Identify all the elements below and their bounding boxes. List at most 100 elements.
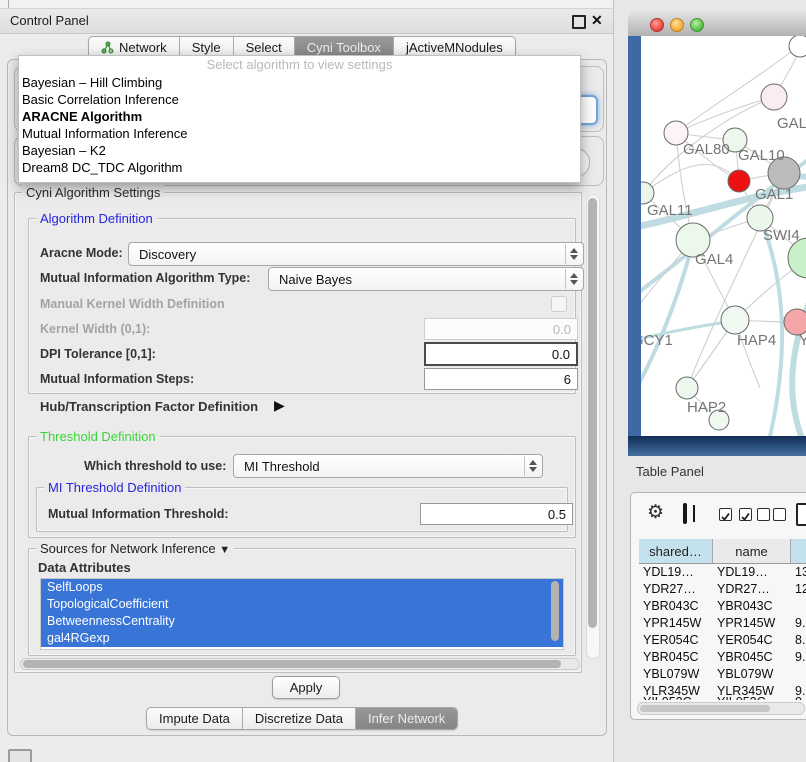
network-graph: GAL GAL80 GAL10 GAL1 GAL11 SWI4 GAL4 GCY… <box>641 36 806 436</box>
which-threshold-label: Which threshold to use: <box>84 459 226 473</box>
cell: YDR27… <box>643 581 711 598</box>
network-canvas[interactable]: GAL GAL80 GAL10 GAL1 GAL11 SWI4 GAL4 GCY… <box>641 36 806 436</box>
aracne-mode-select[interactable]: Discovery <box>128 242 584 266</box>
network-window-titlebar[interactable] <box>628 10 806 37</box>
aracne-mode-label: Aracne Mode: <box>40 246 123 260</box>
mi-algorithm-type-select[interactable]: Naive Bayes <box>268 267 584 291</box>
screenshot-root: Control Panel ✕ Network Style Select <box>0 0 806 762</box>
node-label: GAL1 <box>755 186 793 203</box>
stepper-icon <box>524 456 541 476</box>
mi-threshold-field[interactable]: 0.5 <box>420 503 573 525</box>
list-item[interactable]: SelfLoops <box>41 579 563 596</box>
cell: YDL19… <box>717 564 789 581</box>
list-item[interactable]: BetweennessCentrality <box>41 613 563 630</box>
table-panel-box: ⚙ shared… name YDL19…YDL19…13 YDR27…YDR2… <box>630 492 806 720</box>
list-item[interactable]: TopologicalCoefficient <box>41 596 563 613</box>
close-icon[interactable]: ✕ <box>591 12 603 29</box>
tab-infer-network[interactable]: Infer Network <box>356 708 457 729</box>
node-green-large[interactable] <box>788 238 806 278</box>
cell: YDL19… <box>643 564 711 581</box>
stepper-icon <box>565 269 582 289</box>
dropdown-item[interactable]: Bayesian – K2 <box>19 142 580 159</box>
cell <box>795 666 806 683</box>
cell: 8. <box>795 632 806 649</box>
cell: YER054C <box>643 632 711 649</box>
minimized-panel-icon[interactable] <box>8 749 32 762</box>
cell: YBR045C <box>717 649 789 666</box>
select-all-checkboxes-icon[interactable] <box>719 508 752 527</box>
dropdown-placeholder: Select algorithm to view settings <box>19 56 580 74</box>
node-gal1-selected[interactable] <box>728 170 750 192</box>
dropdown-item[interactable]: Mutual Information Inference <box>19 125 580 142</box>
scrollbar-thumb[interactable] <box>588 198 597 628</box>
tab-label: Network <box>119 40 167 55</box>
column-header-shared-name[interactable]: shared… <box>639 539 713 564</box>
scrollbar-thumb[interactable] <box>640 705 770 712</box>
tab-discretize-data[interactable]: Discretize Data <box>243 708 356 729</box>
expand-arrow-icon[interactable]: ▶ <box>274 397 285 414</box>
cyni-bottom-tabbar: Impute Data Discretize Data Infer Networ… <box>146 707 458 730</box>
tab-impute-data[interactable]: Impute Data <box>147 708 243 729</box>
zoom-traffic-light-icon[interactable] <box>690 18 704 32</box>
node[interactable] <box>789 36 806 57</box>
kernel-width-field[interactable]: 0.0 <box>424 318 578 340</box>
float-window-icon[interactable] <box>572 15 586 29</box>
dropdown-item-selected[interactable]: ARACNE Algorithm <box>19 108 580 125</box>
node-label: GCY1 <box>641 332 673 349</box>
node-label: GAL11 <box>647 202 693 219</box>
gear-icon[interactable]: ⚙ <box>647 501 664 524</box>
list-item[interactable]: gal4RGexp <box>41 630 563 647</box>
split-columns-icon[interactable] <box>683 503 687 524</box>
close-traffic-light-icon[interactable] <box>650 18 664 32</box>
mi-steps-field[interactable]: 6 <box>424 368 578 390</box>
which-threshold-select[interactable]: MI Threshold <box>233 454 543 478</box>
node-hap4[interactable] <box>721 306 749 334</box>
dropdown-item[interactable]: Dream8 DC_TDC Algorithm <box>19 159 580 176</box>
tab-label: Infer Network <box>368 711 445 726</box>
mi-threshold-label: Mutual Information Threshold: <box>48 507 229 521</box>
cell: YBR045C <box>643 649 711 666</box>
node-hap2[interactable] <box>676 377 698 399</box>
data-attributes-list[interactable]: SelfLoops TopologicalCoefficient Between… <box>40 578 564 650</box>
table-horizontal-scrollbar[interactable] <box>637 702 805 715</box>
minimize-traffic-light-icon[interactable] <box>670 18 684 32</box>
deselect-all-checkboxes-icon[interactable] <box>757 508 786 526</box>
threshold-definition-title: Threshold Definition <box>36 429 160 444</box>
algorithm-dropdown-popup: Select algorithm to view settings Bayesi… <box>18 55 581 183</box>
panel-title: Control Panel <box>10 13 89 28</box>
column-header-name[interactable]: name <box>713 539 791 564</box>
cell: YBL079W <box>643 666 711 683</box>
cell: 9. <box>795 649 806 666</box>
document-icon[interactable] <box>796 503 806 526</box>
dropdown-item[interactable]: Basic Correlation Inference <box>19 91 580 108</box>
window-top-strip <box>0 0 613 9</box>
cell: YPR145W <box>643 615 711 632</box>
field-value: 0.0 <box>552 347 570 362</box>
settings-horizontal-scrollbar[interactable] <box>20 658 580 670</box>
control-panel-titlebar: Control Panel <box>0 9 613 34</box>
network-icon <box>101 41 114 54</box>
data-attributes-label: Data Attributes <box>38 560 131 575</box>
apply-label: Apply <box>290 680 323 695</box>
dpi-tolerance-field[interactable]: 0.0 <box>424 342 578 366</box>
scrollbar-thumb[interactable] <box>23 660 561 668</box>
table-panel-title: Table Panel <box>636 464 704 479</box>
cell: YBR043C <box>717 598 789 615</box>
node-label: GAL10 <box>738 147 785 164</box>
stepper-icon <box>565 244 582 264</box>
tab-label: jActiveMNodules <box>406 40 503 55</box>
apply-button[interactable]: Apply <box>272 676 340 699</box>
list-scrollbar-thumb[interactable] <box>551 581 559 641</box>
column-header-partial[interactable] <box>791 539 806 564</box>
cell: YIL052C <box>643 694 711 700</box>
sources-group-title[interactable]: Sources for Network Inference ▼ <box>36 541 234 556</box>
manual-kernel-width-checkbox[interactable] <box>551 296 567 312</box>
network-frame-bottom <box>628 436 806 456</box>
dropdown-item[interactable]: Bayesian – Hill Climbing <box>19 74 580 91</box>
settings-vertical-scrollbar[interactable] <box>586 194 600 659</box>
hub-transcription-section-label[interactable]: Hub/Transcription Factor Definition <box>40 399 258 414</box>
node-gal7[interactable] <box>761 84 787 110</box>
field-value: 0.0 <box>553 322 571 337</box>
table-body[interactable]: YDL19…YDL19…13 YDR27…YDR27…12 YBR043CYBR… <box>639 564 806 700</box>
manual-kernel-width-label: Manual Kernel Width Definition <box>40 297 225 311</box>
